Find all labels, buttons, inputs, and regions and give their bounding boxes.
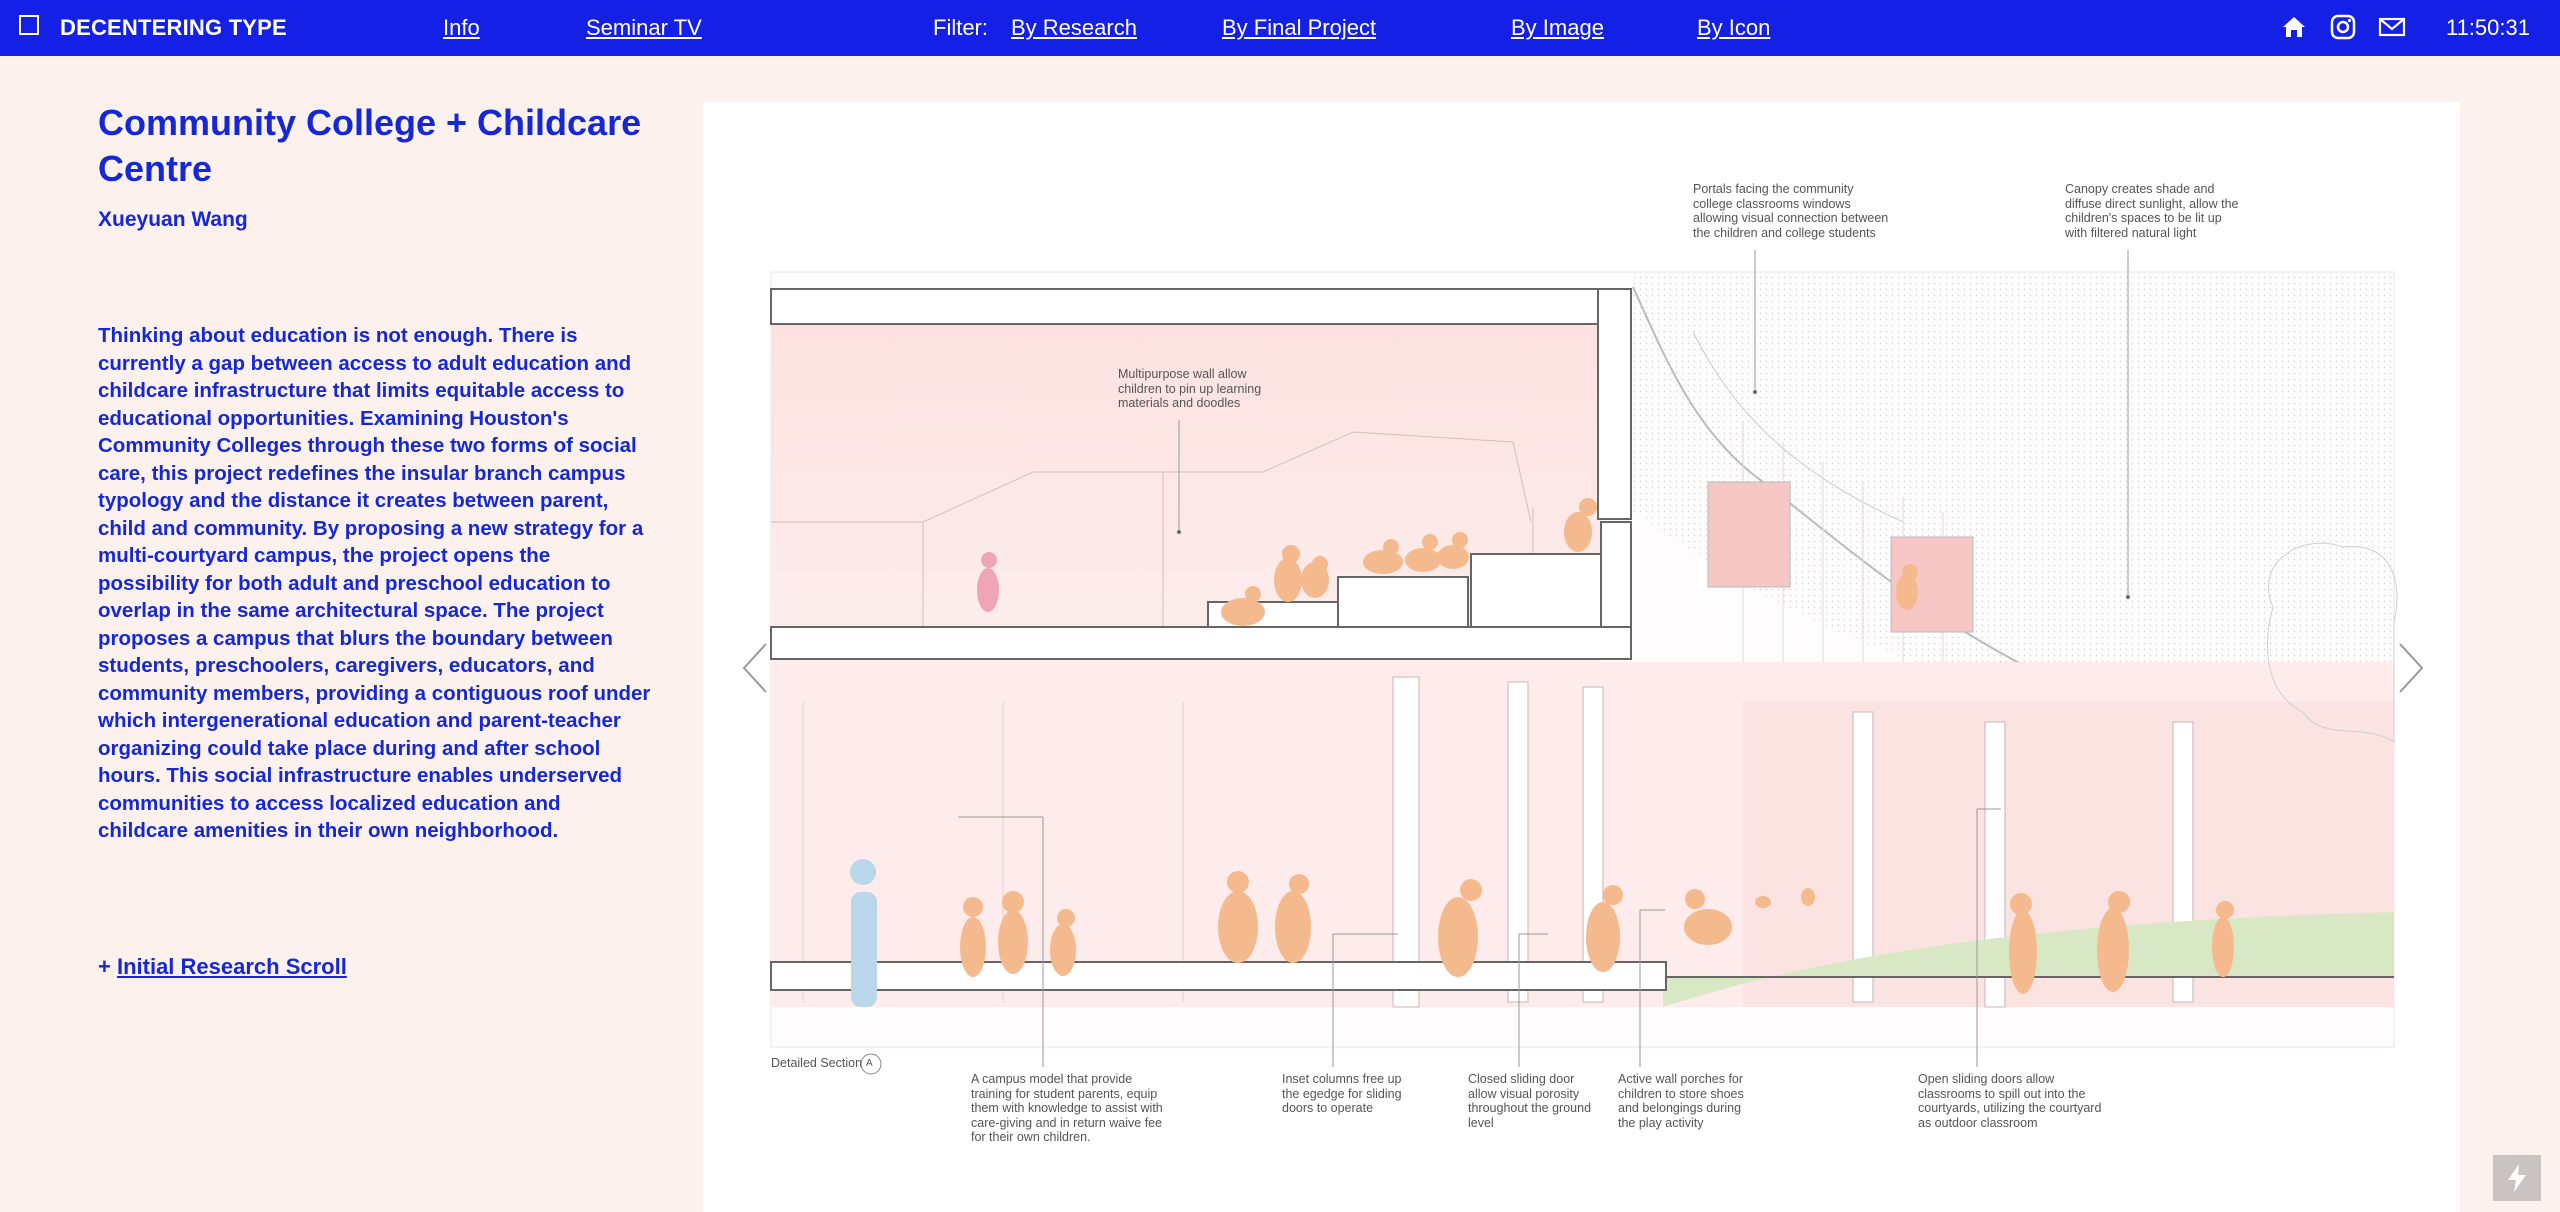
site-brand[interactable]: DECENTERING TYPE [60,15,287,41]
section-drawing-panel: Portals facing the community college cla… [703,102,2460,1212]
section-drawing [770,250,2398,1075]
annotation-wall-porches: Active wall porches for children to stor… [1618,1072,1744,1130]
lightning-button[interactable] [2493,1155,2541,1201]
initial-research-scroll-link[interactable]: Initial Research Scroll [117,954,347,979]
research-prefix: + [98,954,117,979]
annotation-inset-columns: Inset columns free up the egedge for sli… [1282,1072,1402,1115]
clock: 11:50:31 [2445,15,2530,40]
annotation-campus-model: A campus model that provide training for… [971,1072,1163,1144]
chevron-right-icon[interactable] [2394,640,2428,696]
lightning-icon [2508,1164,2526,1192]
mail-icon[interactable] [2378,13,2406,41]
project-author: Xueyuan Wang [98,208,248,231]
annotation-portals: Portals facing the community college cla… [1693,182,1889,240]
section-label: Detailed Section [771,1056,863,1070]
filter-label: Filter: [933,15,988,40]
project-description: Thinking about education is not enough. … [98,324,651,842]
filter-by-image-link[interactable]: By Image [1511,15,1604,41]
top-navigation-bar: DECENTERING TYPE Info Seminar TV Filter:… [0,0,2560,56]
chevron-left-icon[interactable] [738,640,772,696]
filter-by-final-project-link[interactable]: By Final Project [1222,15,1376,41]
nav-info-link[interactable]: Info [443,15,480,41]
section-marker: A [866,1058,873,1069]
filter-by-icon-link[interactable]: By Icon [1697,15,1770,41]
instagram-icon[interactable] [2329,13,2357,41]
annotation-closed-sliding-door: Closed sliding door allow visual porosit… [1468,1072,1592,1130]
annotation-open-sliding-doors: Open sliding doors allow classrooms to s… [1918,1072,2102,1130]
project-title: Community College + Childcare Centre [98,102,642,189]
annotation-canopy: Canopy creates shade and diffuse direct … [2065,182,2239,240]
home-icon[interactable] [2280,13,2308,41]
filter-by-research-link[interactable]: By Research [1011,15,1137,41]
nav-seminar-tv-link[interactable]: Seminar TV [586,15,702,41]
annotation-multipurpose-wall: Multipurpose wall allow children to pin … [1118,367,1262,410]
menu-checkbox[interactable] [19,15,39,35]
research-link-row: + Initial Research Scroll [98,954,347,980]
